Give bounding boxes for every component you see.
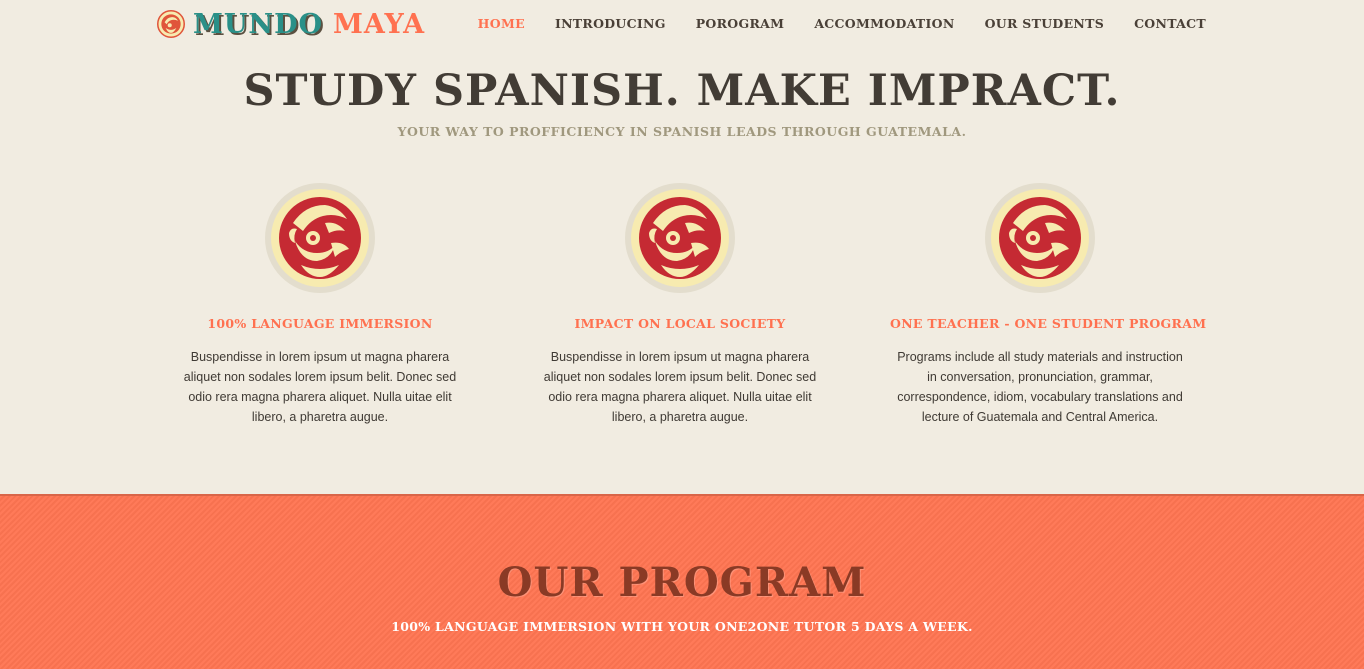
program-section: OUR PROGRAM 100% LANGUAGE IMMERSION WITH… [0, 494, 1364, 669]
feature-one-teacher: ONE TEACHER - ONE STUDENT PROGRAM Progra… [890, 183, 1207, 427]
nav-home[interactable]: HOME [478, 16, 525, 31]
feature-text: Buspendisse in lorem ipsum ut magna phar… [543, 350, 817, 424]
feature-text: Programs include all study materials and… [897, 350, 1183, 424]
logo-word-maya: MAYA [333, 8, 426, 40]
program-subtitle: 100% LANGUAGE IMMERSION WITH YOUR ONE2ON… [391, 619, 973, 634]
nav-our-students[interactable]: OUR STUDENTS [985, 16, 1104, 31]
site-header: MUNDO MAYA HOME INTRODUCING POROGRAM ACC… [0, 0, 1364, 50]
feature-local-impact: IMPACT ON LOCAL SOCIETY Buspendisse in l… [530, 183, 830, 427]
nav-contact[interactable]: CONTACT [1134, 16, 1206, 31]
feature-language-immersion: 100% LANGUAGE IMMERSION Buspendisse in l… [170, 183, 470, 427]
nav-accommodation[interactable]: ACCOMMODATION [814, 16, 954, 31]
site-logo[interactable]: MUNDO MAYA [157, 8, 425, 40]
nav-introducing[interactable]: INTRODUCING [555, 16, 666, 31]
main-nav: HOME INTRODUCING POROGRAM ACCOMMODATION … [478, 16, 1206, 31]
hero-subtitle: YOUR WAY TO PROFFICIENCY IN SPANISH LEAD… [397, 124, 967, 139]
maya-logo-icon [157, 10, 185, 38]
nav-program[interactable]: POROGRAM [696, 16, 785, 31]
logo-word-mundo: MUNDO [193, 8, 324, 40]
program-title: OUR PROGRAM [497, 559, 867, 606]
maya-emblem-icon [625, 183, 735, 293]
maya-emblem-icon [265, 183, 375, 293]
feature-text: Buspendisse in lorem ipsum ut magna phar… [183, 350, 457, 424]
feature-title: 100% LANGUAGE IMMERSION [207, 316, 433, 331]
hero-title: STUDY SPANISH. MAKE IMPRACT. [243, 66, 1121, 116]
feature-title: ONE TEACHER - ONE STUDENT PROGRAM [890, 316, 1207, 331]
feature-title: IMPACT ON LOCAL SOCIETY [574, 316, 786, 331]
maya-emblem-icon [985, 183, 1095, 293]
